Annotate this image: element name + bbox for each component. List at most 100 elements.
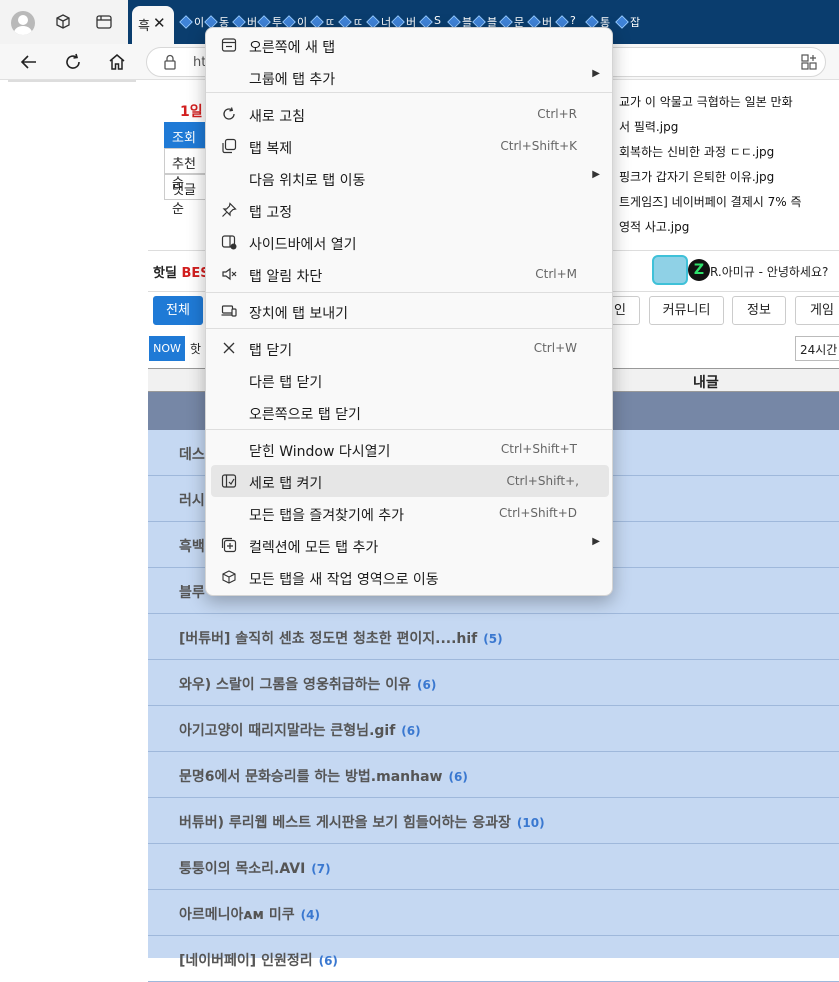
post-title[interactable]: 문명6에서 문화승리를 하는 방법.manhaw (6) [179,766,468,786]
duplicate-icon [220,137,238,155]
menu-item[interactable]: 다음 위치로 탭 이동 ▶ [206,162,612,194]
menu-item-shortcut: Ctrl+R [537,107,577,121]
menu-item-label: 다음 위치로 탭 이동 [249,173,366,189]
menu-item-label: 탭 알림 차단 [249,269,323,285]
post-title-text: 퉁퉁이의 목소리.AVI [179,861,306,877]
device-icon [220,302,238,320]
list-item[interactable]: 아기고양이 때리지말라는 큰형님.gif (6) [148,706,839,752]
post-title[interactable]: 버튜버) 루리웹 베스트 게시판을 보기 힘들어하는 응과장 (10) [179,812,545,832]
post-title[interactable]: 아르메니아ᴀᴍ 미쿠 (4) [179,904,320,924]
apps-add-icon[interactable] [801,54,817,74]
active-tab-title: 흑 [138,19,150,34]
menu-item-label: 컬렉션에 모든 탭 추가 [249,540,379,556]
news-item[interactable]: 서 필력.jpg [619,118,678,135]
site-favicon-icon [179,15,193,29]
post-title-text: [버튜버] 솔직히 센쵸 정도면 청초한 편이지....hif [179,631,478,647]
menu-item[interactable]: 탭 복제 Ctrl+Shift+K [206,130,612,162]
menu-item-shortcut: Ctrl+Shift+T [500,442,577,456]
news-item[interactable]: 회복하는 신비한 과정 ㄷㄷ.jpg [619,143,774,160]
shark-thumbnail-icon[interactable] [652,255,688,285]
menu-item-label: 닫힌 Window 다시열기 [249,444,391,460]
menu-item-label: 오른쪽으로 탭 닫기 [249,407,361,423]
menu-item-shortcut: Ctrl+M [535,267,577,281]
post-title[interactable]: [네이버페이] 인원정리 (6) [179,950,338,970]
lock-icon[interactable] [163,54,177,74]
active-tab[interactable]: 흑 ✕ [132,6,174,44]
list-item[interactable]: 아르메니아ᴀᴍ 미쿠 (4) [148,890,839,936]
menu-item-label: 탭 복제 [249,141,293,157]
news-item[interactable]: 트게임즈] 네이버페이 결제시 7% 즉 [619,193,802,210]
post-title-text: 러시 [179,493,205,509]
post-title[interactable]: 아기고양이 때리지말라는 큰형님.gif (6) [179,720,421,740]
menu-item-label: 탭 닫기 [249,343,293,359]
now-badge: NOW [149,336,185,361]
menu-item-shortcut: Ctrl+Shift+D [499,506,577,520]
menu-item-shortcut: Ctrl+W [533,341,577,355]
sort-views-tab[interactable]: 조회순 [164,122,208,165]
mute-icon [220,265,238,283]
list-item[interactable]: [네이버페이] 인원정리 (6) [148,936,839,982]
post-title[interactable]: [버튜버] 솔직히 센쵸 정도면 청초한 편이지....hif (5) [179,628,503,648]
menu-item[interactable]: 장치에 탭 보내기 [206,295,612,327]
menu-item[interactable]: 탭 닫기 Ctrl+W [206,332,612,364]
category-community-button[interactable]: 커뮤니티 [649,296,724,325]
menu-item[interactable]: 모든 탭을 즐겨찾기에 추가 Ctrl+Shift+D [206,497,612,529]
list-item[interactable]: 버튜버) 루리웹 베스트 게시판을 보기 힘들어하는 응과장 (10) [148,798,839,844]
list-item[interactable]: [버튜버] 솔직히 센쵸 정도면 청초한 편이지....hif (5) [148,614,839,660]
news-item[interactable]: 교가 이 악물고 극협하는 일본 만화 [619,93,793,110]
menu-item-label: 오른쪽에 새 탭 [249,40,336,56]
menu-item[interactable]: 사이드바에서 열기 [206,226,612,258]
menu-item-label: 탭 고정 [249,205,293,221]
post-title-text: 블루 [179,585,205,601]
menu-item[interactable]: 오른쪽에 새 탭 [206,29,612,61]
workspaces-icon[interactable] [53,12,73,32]
collection-icon [220,536,238,554]
menu-separator [206,328,612,329]
post-title-text: 데스 [179,447,205,463]
hotdeal-message[interactable]: R.아미규 - 안녕하세요? [710,263,828,280]
list-item[interactable]: 문명6에서 문화승리를 하는 방법.manhaw (6) [148,752,839,798]
menu-item-label: 사이드바에서 열기 [249,237,357,253]
period-select[interactable]: 24시간 [795,336,839,361]
list-item[interactable]: 와우) 스랄이 그롬을 영웅취급하는 이유 (6) [148,660,839,706]
menu-item-label: 세로 탭 켜기 [249,476,323,492]
rank-period-label: 1일 [180,104,203,120]
tab-actions-icon[interactable] [94,12,114,32]
sort-recommend-tab[interactable]: 추천순 [164,148,208,191]
news-item[interactable]: 영적 사고.jpg [619,218,689,235]
menu-item[interactable]: 새로 고침 Ctrl+R [206,98,612,130]
refresh-icon[interactable] [61,50,85,74]
post-title[interactable]: 퉁퉁이의 목소리.AVI (7) [179,858,331,878]
background-tab[interactable]: 잡 [615,13,644,33]
tab-title: 잡 [630,16,641,29]
menu-item[interactable]: 그룹에 탭 추가 ▶ [206,61,612,93]
menu-item[interactable]: 닫힌 Window 다시열기 Ctrl+Shift+T [206,433,612,465]
menu-item[interactable]: 오른쪽으로 탭 닫기 [206,396,612,428]
category-game-button[interactable]: 게임 [795,296,839,325]
menu-item-label: 다른 탭 닫기 [249,375,323,391]
workspace-icon [220,568,238,586]
home-icon[interactable] [105,50,129,74]
post-title-text: 아르메니아ᴀᴍ 미쿠 [179,907,295,923]
list-item[interactable]: 퉁퉁이의 목소리.AVI (7) [148,844,839,890]
tab-title: ? [570,14,576,27]
post-title[interactable]: 와우) 스랄이 그롬을 영웅취급하는 이유 (6) [179,674,436,694]
menu-item[interactable]: 다른 탭 닫기 [206,364,612,396]
menu-item[interactable]: 세로 탭 켜기 Ctrl+Shift+, [211,465,609,497]
news-item[interactable]: 핑크가 갑자기 은퇴한 이유.jpg [619,168,774,185]
tab-close-icon[interactable]: ✕ [153,14,166,32]
tab-context-menu: 오른쪽에 새 탭 그룹에 탭 추가 ▶ 새로 고침 Ctrl+R 탭 복제 Ctrl+Shi… [205,27,613,596]
post-title-text: 버튜버) 루리웹 베스트 게시판을 보기 힘들어하는 응과장 [179,815,511,831]
menu-separator [206,292,612,293]
menu-item[interactable]: 모든 탭을 새 작업 영역으로 이동 [206,561,612,593]
sort-comments-tab[interactable]: 댓글순 [164,174,208,217]
menu-item[interactable]: 탭 고정 [206,194,612,226]
background-tab[interactable]: 이 [179,13,208,33]
profile-avatar-icon[interactable] [11,11,35,35]
menu-item[interactable]: 탭 알림 차단 Ctrl+M [206,258,612,290]
menu-item[interactable]: 컬렉션에 모든 탭 추가 ▶ [206,529,612,561]
back-icon[interactable] [17,50,41,74]
category-info-button[interactable]: 정보 [732,296,786,325]
category-all-button[interactable]: 전체 [153,296,203,325]
comment-count: (4) [300,908,320,922]
